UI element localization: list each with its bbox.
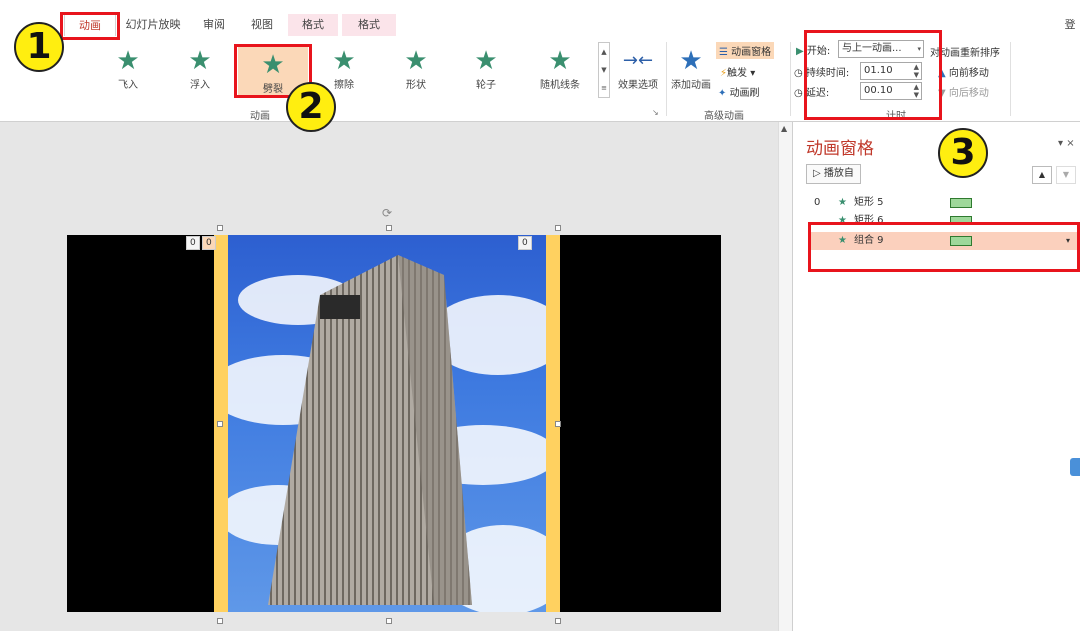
tab-view[interactable]: 视图 — [240, 14, 284, 36]
pane-icon: ☰ — [719, 47, 732, 58]
animation-painter-button[interactable]: ✦ 动画刷 — [718, 84, 760, 99]
pane-close-icon[interactable]: ▾ × — [1058, 138, 1075, 149]
skyscraper-graphic — [268, 255, 472, 605]
divider — [1010, 42, 1011, 116]
scroll-up-icon[interactable]: ▲ — [781, 124, 787, 133]
highlight-box — [808, 222, 1080, 272]
star-icon: ★ — [404, 46, 428, 76]
add-animation-button[interactable]: ★ 添加动画 — [668, 42, 714, 94]
dialog-launcher-icon[interactable]: ↘ — [652, 108, 659, 117]
tab-review[interactable]: 审阅 — [192, 14, 236, 36]
highlight-box — [804, 30, 942, 120]
move-up-icon[interactable]: ▲ — [1032, 166, 1052, 184]
play-from-button[interactable]: ▷ 播放自 — [806, 164, 861, 184]
animation-pane-button[interactable]: ☰ 动画窗格 — [716, 42, 775, 59]
effect-random-bars[interactable]: ★ 随机线条 — [530, 42, 590, 94]
rotate-handle-icon[interactable]: ⟳ — [382, 206, 392, 220]
animation-order-tag: 0 — [518, 236, 532, 250]
animation-order-tag: 0 — [202, 236, 216, 250]
move-earlier-button[interactable]: ▲ 向前移动 — [938, 64, 989, 79]
star-plus-icon: ★ — [679, 46, 703, 76]
list-item[interactable]: 0 ★ 矩形 5 — [808, 194, 1080, 212]
timeline-bar[interactable] — [950, 198, 972, 208]
painter-icon: ✦ — [718, 88, 730, 99]
building-photo[interactable] — [228, 235, 546, 612]
gallery-scroll[interactable]: ▲ ▼ ≡ — [598, 42, 610, 98]
star-icon: ★ — [474, 46, 498, 76]
highlight-box — [60, 12, 120, 40]
effect-fly-in[interactable]: ★ 飞入 — [98, 42, 158, 94]
pane-title: 动画窗格 — [806, 139, 874, 159]
star-icon: ★ — [838, 197, 847, 208]
arrows-in-icon: →← — [622, 50, 654, 71]
step-badge: 2 — [286, 82, 336, 132]
trigger-button[interactable]: ⚡触发 ▾ — [720, 64, 755, 79]
resize-handle[interactable] — [217, 225, 223, 231]
animation-order-tag: 0 — [186, 236, 200, 250]
resize-handle[interactable] — [555, 225, 561, 231]
tab-format-2[interactable]: 格式 — [342, 14, 396, 36]
side-tab[interactable] — [1070, 458, 1080, 476]
resize-handle[interactable] — [386, 225, 392, 231]
star-icon: ★ — [332, 46, 356, 76]
effect-shape[interactable]: ★ 形状 — [386, 42, 446, 94]
star-icon: ★ — [116, 46, 140, 76]
divider — [666, 42, 667, 116]
resize-handle[interactable] — [217, 421, 223, 427]
play-icon: ▷ — [813, 168, 824, 179]
vertical-scrollbar[interactable]: ▲ — [778, 122, 792, 631]
step-badge: 1 — [14, 22, 64, 72]
lightning-icon: ⚡ — [720, 68, 728, 79]
effect-float-in[interactable]: ★ 浮入 — [170, 42, 230, 94]
star-icon: ★ — [188, 46, 212, 76]
divider — [790, 42, 791, 116]
step-badge: 3 — [938, 128, 988, 178]
tab-slideshow[interactable]: 幻灯片放映 — [118, 14, 188, 36]
resize-handle[interactable] — [555, 421, 561, 427]
tab-format-1[interactable]: 格式 — [288, 14, 338, 36]
resize-handle[interactable] — [386, 618, 392, 624]
group-label-advanced: 高级动画 — [704, 111, 744, 122]
sign-in-link[interactable]: 登 — [1062, 14, 1078, 36]
effect-options-button[interactable]: →← 效果选项 — [612, 42, 664, 94]
group-label-animation: 动画 — [250, 111, 270, 122]
move-down-icon[interactable]: ▼ — [1056, 166, 1076, 184]
resize-handle[interactable] — [555, 618, 561, 624]
star-icon: ★ — [548, 46, 572, 76]
effect-wheel[interactable]: ★ 轮子 — [456, 42, 516, 94]
move-later-button[interactable]: ▼ 向后移动 — [938, 84, 989, 99]
resize-handle[interactable] — [217, 618, 223, 624]
